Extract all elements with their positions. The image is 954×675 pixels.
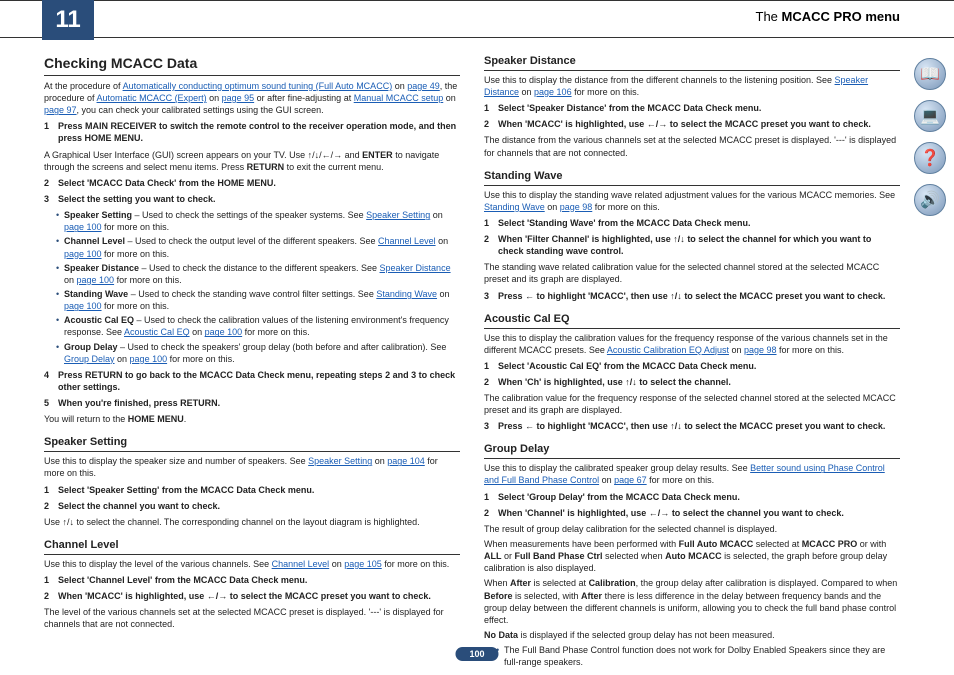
chapter-number: 11 (42, 0, 94, 40)
link-sd[interactable]: Speaker Distance (380, 263, 451, 273)
link-sw-p[interactable]: page 100 (64, 301, 102, 311)
step-5-desc: You will return to the HOME MENU. (44, 413, 460, 425)
gd-d4: No Data is displayed if the selected gro… (484, 629, 900, 641)
sd-step-2-desc: The distance from the various channels s… (484, 134, 900, 158)
bullet-acoustic-cal: Acoustic Cal EQ – Used to check the cali… (56, 314, 460, 338)
sw-step-3: 3Press ← to highlight 'MCACC', then use … (484, 290, 900, 302)
right-column: Speaker Distance Use this to display the… (484, 54, 900, 670)
heading-speaker-distance: Speaker Distance (484, 54, 900, 71)
page-header: 11 The MCACC PRO menu (0, 0, 954, 38)
document-page: 11 The MCACC PRO menu 📖 💻 ❓ 🔊 Checking M… (0, 0, 954, 675)
link-ss2p[interactable]: page 104 (387, 456, 425, 466)
ac-step-3: 3Press ← to highlight 'MCACC', then use … (484, 420, 900, 432)
step-1-desc: A Graphical User Interface (GUI) screen … (44, 149, 460, 173)
gd-desc: Use this to display the calibrated speak… (484, 462, 900, 486)
gd-step-2: 2When 'Channel' is highlighted, use ←/→ … (484, 507, 900, 519)
link-ac2[interactable]: Acoustic Calibration EQ Adjust (607, 345, 729, 355)
step-1: 1Press MAIN RECEIVER to switch the remot… (44, 120, 460, 144)
link-manual[interactable]: Manual MCACC setup (354, 93, 444, 103)
link-p95[interactable]: page 95 (222, 93, 255, 103)
ss-desc: Use this to display the speaker size and… (44, 455, 460, 479)
help-icon[interactable]: ❓ (914, 142, 946, 174)
heading-group-delay: Group Delay (484, 442, 900, 459)
link-full-auto[interactable]: Automatically conducting optimum sound t… (123, 81, 393, 91)
gd-d1: The result of group delay calibration fo… (484, 523, 900, 535)
bullet-channel-level: Channel Level – Used to check the output… (56, 235, 460, 259)
screen-icon[interactable]: 💻 (914, 100, 946, 132)
link-gd[interactable]: Group Delay (64, 354, 115, 364)
cl-step-2-desc: The level of the various channels set at… (44, 606, 460, 630)
cl-desc: Use this to display the level of the var… (44, 558, 460, 570)
content-columns: Checking MCACC Data At the procedure of … (0, 38, 954, 670)
sw-step-1: 1Select 'Standing Wave' from the MCACC D… (484, 217, 900, 229)
link-cl2[interactable]: Channel Level (272, 559, 330, 569)
link-ss[interactable]: Speaker Setting (366, 210, 430, 220)
gd-step-1: 1Select 'Group Delay' from the MCACC Dat… (484, 491, 900, 503)
heading-acoustic-cal: Acoustic Cal EQ (484, 312, 900, 329)
heading-speaker-setting: Speaker Setting (44, 435, 460, 452)
sw-desc: Use this to display the standing wave re… (484, 189, 900, 213)
link-p97[interactable]: page 97 (44, 105, 77, 115)
sd-step-2: 2When 'MCACC' is highlighted, use ←/→ to… (484, 118, 900, 130)
step-4: 4Press RETURN to go back to the MCACC Da… (44, 369, 460, 393)
ss-step-1: 1Select 'Speaker Setting' from the MCACC… (44, 484, 460, 496)
menu-title: The MCACC PRO menu (756, 9, 900, 24)
cl-step-1: 1Select 'Channel Level' from the MCACC D… (44, 574, 460, 586)
link-ac[interactable]: Acoustic Cal EQ (124, 327, 190, 337)
sw-step-2-desc: The standing wave related calibration va… (484, 261, 900, 285)
page-number-badge: 100 (455, 647, 498, 661)
link-sw[interactable]: Standing Wave (376, 289, 437, 299)
link-expert[interactable]: Automatic MCACC (Expert) (97, 93, 207, 103)
bullet-standing-wave: Standing Wave – Used to check the standi… (56, 288, 460, 312)
menu-bold: MCACC PRO menu (782, 9, 900, 24)
heading-standing-wave: Standing Wave (484, 169, 900, 186)
gd-d2: When measurements have been performed wi… (484, 538, 900, 574)
ss-step-2: 2Select the channel you want to check. (44, 500, 460, 512)
ac-step-2: 2When 'Ch' is highlighted, use ↑/↓ to se… (484, 376, 900, 388)
sd-desc: Use this to display the distance from th… (484, 74, 900, 98)
step-3: 3Select the setting you want to check. (44, 193, 460, 205)
link-ss2[interactable]: Speaker Setting (308, 456, 372, 466)
intro-text: At the procedure of Automatically conduc… (44, 80, 460, 116)
link-cl2p[interactable]: page 105 (344, 559, 382, 569)
link-sw2[interactable]: Standing Wave (484, 202, 545, 212)
link-sw2p[interactable]: page 98 (560, 202, 593, 212)
link-cl-p[interactable]: page 100 (64, 249, 102, 259)
gd-note: The Full Band Phase Control function doe… (496, 644, 900, 668)
speaker-icon[interactable]: 🔊 (914, 184, 946, 216)
link-p49[interactable]: page 49 (407, 81, 440, 91)
gd-note-list: The Full Band Phase Control function doe… (484, 644, 900, 668)
heading-channel-level: Channel Level (44, 538, 460, 555)
step-2: 2Select 'MCACC Data Check' from the HOME… (44, 177, 460, 189)
link-gd2p[interactable]: page 67 (614, 475, 647, 485)
link-sd2p[interactable]: page 106 (534, 87, 572, 97)
ac-step-1: 1Select 'Acoustic Cal EQ' from the MCACC… (484, 360, 900, 372)
step-5: 5When you're finished, press RETURN. (44, 397, 460, 409)
sd-step-1: 1Select 'Speaker Distance' from the MCAC… (484, 102, 900, 114)
link-ac2p[interactable]: page 98 (744, 345, 777, 355)
side-icon-bar: 📖 💻 ❓ 🔊 (914, 58, 946, 216)
cl-step-2: 2When 'MCACC' is highlighted, use ←/→ to… (44, 590, 460, 602)
check-bullets: Speaker Setting – Used to check the sett… (44, 209, 460, 365)
gd-d3: When After is selected at Calibration, t… (484, 577, 900, 626)
link-cl[interactable]: Channel Level (378, 236, 436, 246)
link-sd-p[interactable]: page 100 (77, 275, 115, 285)
link-ac-p[interactable]: page 100 (205, 327, 243, 337)
link-gd-p[interactable]: page 100 (130, 354, 168, 364)
left-column: Checking MCACC Data At the procedure of … (44, 54, 460, 670)
ss-step-2-desc: Use ↑/↓ to select the channel. The corre… (44, 516, 460, 528)
link-ss-p[interactable]: page 100 (64, 222, 102, 232)
ac-desc: Use this to display the calibration valu… (484, 332, 900, 356)
book-icon[interactable]: 📖 (914, 58, 946, 90)
bullet-speaker-setting: Speaker Setting – Used to check the sett… (56, 209, 460, 233)
menu-prefix: The (756, 9, 778, 24)
ac-step-2-desc: The calibration value for the frequency … (484, 392, 900, 416)
bullet-speaker-distance: Speaker Distance – Used to check the dis… (56, 262, 460, 286)
sw-step-2: 2When 'Filter Channel' is highlighted, u… (484, 233, 900, 257)
heading-checking-mcacc: Checking MCACC Data (44, 54, 460, 76)
bullet-group-delay: Group Delay – Used to check the speakers… (56, 341, 460, 365)
